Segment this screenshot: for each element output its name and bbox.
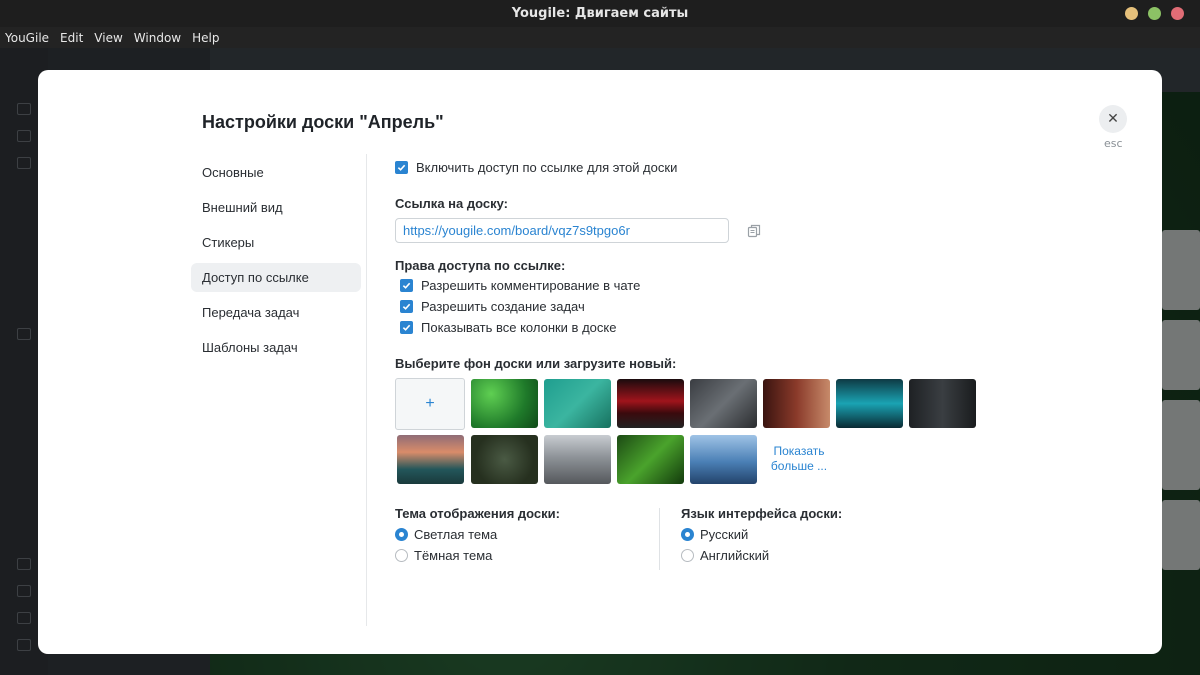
nav-item-appearance[interactable]: Внешний вид: [191, 193, 361, 222]
board-link-value: https://yougile.com/board/vqz7s9tpgo6r: [403, 223, 630, 238]
right-checkbox-columns[interactable]: [400, 321, 413, 334]
background-thumb-clover[interactable]: [471, 379, 538, 428]
menu-window[interactable]: Window: [134, 31, 181, 45]
theme-label-light: Светлая тема: [414, 527, 498, 542]
menu-help[interactable]: Help: [192, 31, 219, 45]
upload-background-button[interactable]: +: [395, 378, 465, 430]
window-title: Yougile: Двигаем сайты: [511, 6, 689, 21]
background-thumb-sea[interactable]: [544, 379, 611, 428]
enable-link-label: Включить доступ по ссылке для этой доски: [416, 160, 678, 175]
background-thumb-desk[interactable]: [690, 379, 757, 428]
theme-label-dark: Тёмная тема: [414, 548, 493, 563]
right-checkbox-comment[interactable]: [400, 279, 413, 292]
menu-edit[interactable]: Edit: [60, 31, 83, 45]
right-row-columns[interactable]: Показывать все колонки в доске: [400, 320, 616, 335]
background-thumb-waterfall[interactable]: [836, 379, 903, 428]
settings-nav: Основные Внешний вид Стикеры Доступ по с…: [191, 158, 361, 368]
link-label: Ссылка на доску:: [395, 196, 508, 211]
minimize-button[interactable]: [1125, 7, 1138, 20]
board-settings-modal: Настройки доски "Апрель" ✕ esc Основные …: [38, 70, 1162, 654]
language-label-english: Английский: [700, 548, 770, 563]
language-label-russian: Русский: [700, 527, 749, 542]
nav-item-stickers[interactable]: Стикеры: [191, 228, 361, 257]
menubar: YouGile Edit View Window Help: [0, 27, 1200, 48]
menu-yougile[interactable]: YouGile: [5, 31, 49, 45]
right-label-create: Разрешить создание задач: [421, 299, 585, 314]
nav-item-task-transfer[interactable]: Передача задач: [191, 298, 361, 327]
check-icon: [402, 324, 411, 331]
background-thumb-grass[interactable]: [617, 435, 684, 484]
background-thumb-violin[interactable]: [763, 379, 830, 428]
copy-icon[interactable]: [747, 224, 761, 238]
check-icon: [402, 303, 411, 310]
right-checkbox-create[interactable]: [400, 300, 413, 313]
theme-label: Тема отображения доски:: [395, 506, 560, 521]
right-label-columns: Показывать все колонки в доске: [421, 320, 617, 335]
language-option-english[interactable]: Английский: [681, 548, 769, 563]
plus-icon: +: [425, 395, 435, 412]
theme-option-light[interactable]: Светлая тема: [395, 527, 497, 542]
theme-radio-light[interactable]: [395, 528, 408, 541]
theme-radio-dark[interactable]: [395, 549, 408, 562]
nav-item-task-templates[interactable]: Шаблоны задач: [191, 333, 361, 362]
background-thumb-dark-wood[interactable]: [909, 379, 976, 428]
modal-title: Настройки доски "Апрель": [202, 112, 444, 132]
right-row-create[interactable]: Разрешить создание задач: [400, 299, 585, 314]
close-icon: ✕: [1107, 111, 1119, 127]
enable-link-checkbox[interactable]: [395, 161, 408, 174]
language-label: Язык интерфейса доски:: [681, 506, 843, 521]
language-option-russian[interactable]: Русский: [681, 527, 748, 542]
background-thumb-road[interactable]: [544, 435, 611, 484]
check-icon: [397, 164, 406, 171]
nav-item-basic[interactable]: Основные: [191, 158, 361, 187]
check-icon: [402, 282, 411, 289]
enable-link-row[interactable]: Включить доступ по ссылке для этой доски: [395, 160, 677, 175]
nav-divider: [366, 154, 367, 626]
menu-view[interactable]: View: [94, 31, 122, 45]
board-link-field[interactable]: https://yougile.com/board/vqz7s9tpgo6r: [395, 218, 729, 243]
rights-label: Права доступа по ссылке:: [395, 258, 566, 273]
nav-item-link-access[interactable]: Доступ по ссылке: [191, 263, 361, 292]
window-titlebar: Yougile: Двигаем сайты: [0, 0, 1200, 27]
esc-hint: esc: [1104, 137, 1123, 150]
settings-separator: [659, 508, 660, 570]
background-thumb-lake[interactable]: [690, 435, 757, 484]
show-more-link[interactable]: Показать больше ...: [767, 444, 831, 474]
language-radio-russian[interactable]: [681, 528, 694, 541]
window-controls: [1125, 7, 1184, 20]
close-modal-button[interactable]: ✕: [1099, 105, 1127, 133]
background-thumb-car[interactable]: [617, 379, 684, 428]
right-label-comment: Разрешить комментирование в чате: [421, 278, 641, 293]
maximize-button[interactable]: [1148, 7, 1161, 20]
background-thumb-moss[interactable]: [471, 435, 538, 484]
theme-option-dark[interactable]: Тёмная тема: [395, 548, 492, 563]
background-label: Выберите фон доски или загрузите новый:: [395, 356, 677, 371]
background-thumb-mountains[interactable]: [397, 435, 464, 484]
close-window-button[interactable]: [1171, 7, 1184, 20]
language-radio-english[interactable]: [681, 549, 694, 562]
right-row-comment[interactable]: Разрешить комментирование в чате: [400, 278, 640, 293]
